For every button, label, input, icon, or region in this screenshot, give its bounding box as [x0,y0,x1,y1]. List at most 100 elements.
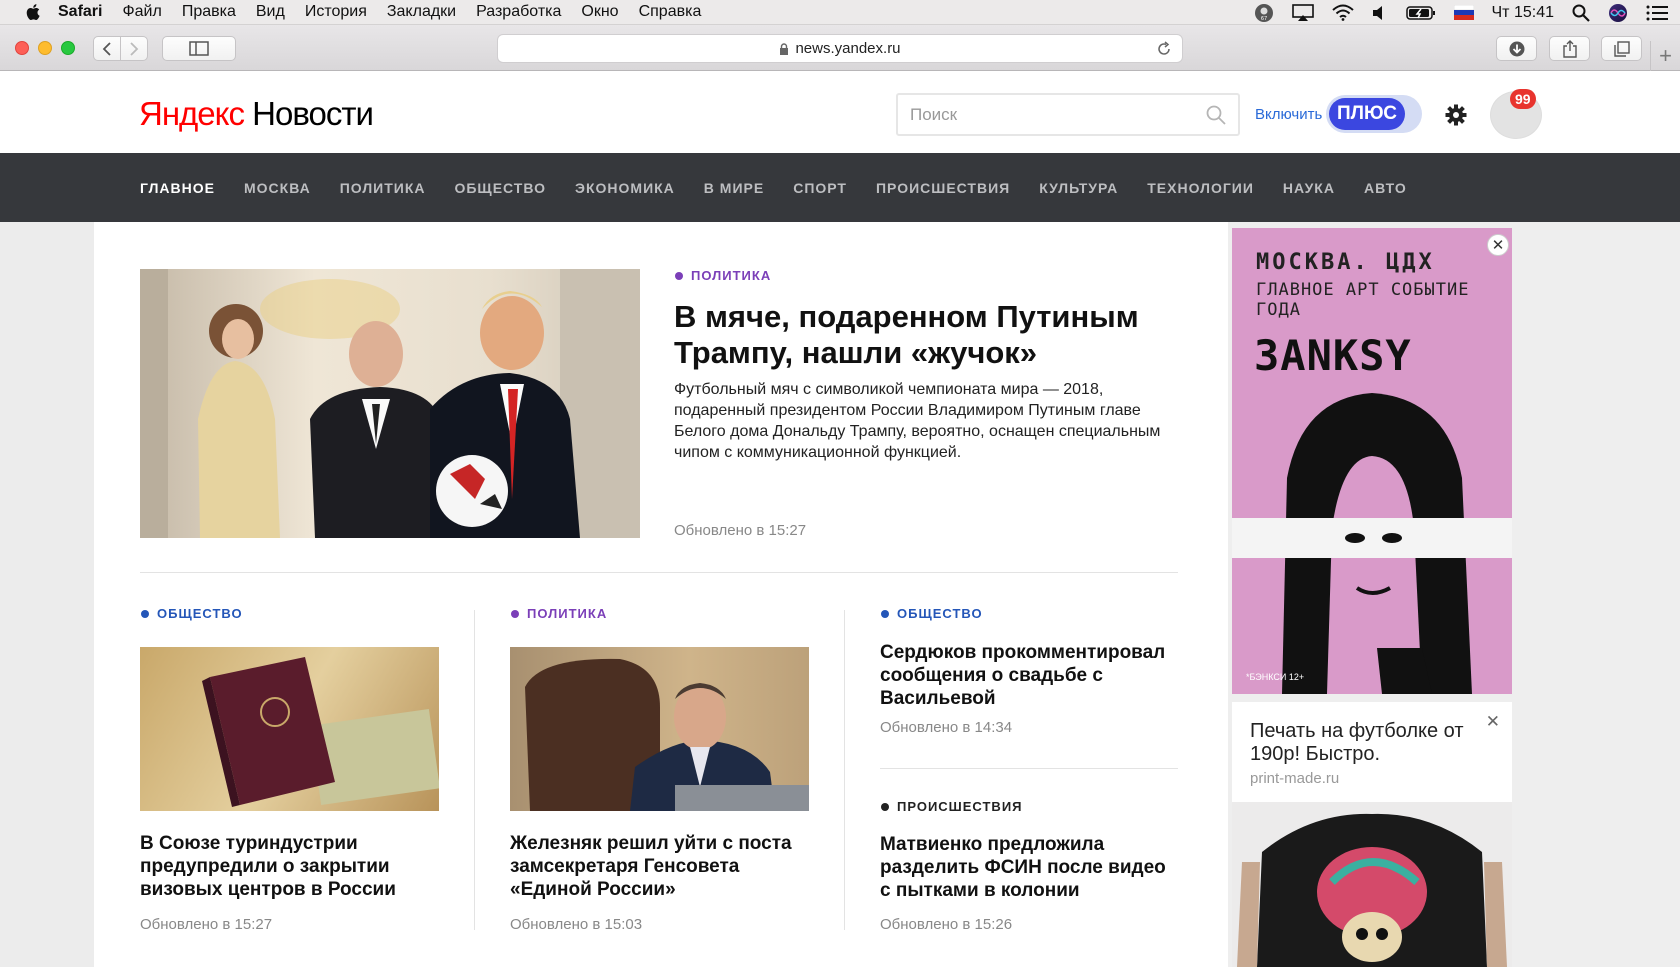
banner-ad[interactable]: МОСКВА. ЦДХ ГЛАВНОЕ АРТ СОБЫТИЕ ГОДА ЗАN… [1232,228,1512,694]
card4-updated: Обновлено в 15:26 [880,916,1013,933]
nav-item-main[interactable]: ГЛАВНОЕ [140,180,215,196]
card3-title[interactable]: Сердюков прокомментировал сообщения о св… [880,641,1170,710]
card1-category[interactable]: ОБЩЕСТВО [141,606,243,621]
share-button[interactable] [1549,36,1590,61]
menu-app-safari[interactable]: Safari [58,3,102,21]
divider [880,768,1178,769]
menu-help[interactable]: Справка [639,3,702,21]
menu-window[interactable]: Окно [581,3,618,21]
menu-develop[interactable]: Разработка [476,3,561,21]
back-button[interactable] [93,36,121,61]
card2-updated: Обновлено в 15:03 [510,916,643,933]
wifi-icon[interactable] [1331,4,1354,21]
battery-icon[interactable] [1405,5,1436,21]
tshirt-illustration [1237,813,1507,967]
nav-item-world[interactable]: В МИРЕ [704,180,764,196]
url-text: news.yandex.ru [795,40,901,57]
menu-history[interactable]: История [305,3,367,21]
lead-category[interactable]: ПОЛИТИКА [675,268,771,283]
chevron-right-icon [130,41,139,56]
gear-icon[interactable] [1445,104,1467,126]
flag-ru-icon[interactable] [1453,5,1474,20]
nav-item-culture[interactable]: КУЛЬТУРА [1039,180,1118,196]
yandex-news-logo[interactable]: Яндекс Новости [139,95,374,133]
site-header: Яндекс Новости Поиск Включить ПЛЮС 99 [0,71,1680,153]
lead-story-photo[interactable] [140,269,640,538]
browser-toolbar: news.yandex.ru + [0,25,1680,71]
menu-file[interactable]: Файл [122,3,161,21]
close-ad-button[interactable]: ✕ [1487,234,1509,256]
card2-category-label: ПОЛИТИКА [527,606,608,621]
nav-item-economy[interactable]: ЭКОНОМИКА [575,180,675,196]
category-dot [881,802,889,811]
notification-center-icon[interactable] [1646,5,1668,21]
official-illustration [525,658,809,811]
sidebar-icon [189,41,209,56]
menu-bookmarks[interactable]: Закладки [387,3,456,21]
siri-icon[interactable] [1608,3,1628,23]
plus-icon: + [1659,43,1672,68]
svg-text:67: 67 [1260,16,1266,22]
card3-category-label: ОБЩЕСТВО [897,606,983,621]
nav-item-incidents[interactable]: ПРОИСШЕСТВИЯ [876,180,1010,196]
lead-summary: Футбольный мяч с символикой чемпионата м… [674,381,1161,461]
category-dot [141,609,149,618]
card2-photo[interactable] [510,647,809,811]
tabs-icon [1613,40,1630,57]
card4-title[interactable]: Матвиенко предложила разделить ФСИН посл… [880,833,1178,902]
chevron-left-icon [102,41,111,56]
lock-icon [780,42,789,55]
new-tab-button[interactable]: + [1650,41,1680,71]
logo-brand: Яндекс [139,95,245,132]
user-67-icon[interactable]: 67 [1254,3,1274,23]
lead-updated: Обновлено в 15:27 [674,522,807,539]
text-ad-image[interactable] [1232,802,1512,967]
category-dot [881,609,889,618]
nav-item-politics[interactable]: ПОЛИТИКА [340,180,426,196]
search-icon[interactable] [1206,105,1226,125]
forward-button[interactable] [120,36,148,61]
card3-category[interactable]: ОБЩЕСТВО [881,606,983,621]
divider [140,572,1178,573]
nav-item-auto[interactable]: АВТО [1364,180,1407,196]
apple-icon[interactable] [24,2,44,22]
logo-service: Новости [252,95,374,132]
nav-item-technology[interactable]: ТЕХНОЛОГИИ [1147,180,1254,196]
sidebar-toggle-button[interactable] [162,36,236,61]
mona-lisa-illustration [1232,393,1512,694]
plus-toggle[interactable]: ПЛЮС [1326,95,1422,133]
menu-edit[interactable]: Правка [182,3,236,21]
card2-title[interactable]: Железняк решил уйти с поста замсекретаря… [510,832,810,901]
search-placeholder: Поиск [910,104,958,124]
address-bar[interactable]: news.yandex.ru [497,34,1183,63]
lead-category-label: ПОЛИТИКА [691,268,772,283]
lead-title[interactable]: В мяче, подаренном Путиным Трампу, нашли… [674,299,1154,371]
spotlight-icon[interactable] [1572,4,1590,22]
nav-item-moscow[interactable]: МОСКВА [244,180,311,196]
reload-icon[interactable] [1156,41,1172,57]
close-window-button[interactable] [15,41,29,55]
nav-item-science[interactable]: НАУКА [1283,180,1335,196]
category-dot [675,271,683,280]
volume-icon[interactable] [1372,5,1388,21]
card1-title[interactable]: В Союзе туриндустрии предупредили о закр… [140,832,440,901]
downloads-button[interactable] [1496,36,1537,61]
nav-item-society[interactable]: ОБЩЕСТВО [454,180,546,196]
card1-category-label: ОБЩЕСТВО [157,606,243,621]
minimize-window-button[interactable] [38,41,52,55]
category-nav: ГЛАВНОЕ МОСКВА ПОЛИТИКА ОБЩЕСТВО ЭКОНОМИ… [0,153,1680,222]
airplay-icon[interactable] [1291,3,1314,22]
card4-category[interactable]: ПРОИСШЕСТВИЯ [881,799,1023,814]
menu-view[interactable]: Вид [256,3,285,21]
close-icon[interactable]: ✕ [1486,712,1500,732]
text-ad[interactable]: Печать на футболке от 190р! Быстро. prin… [1232,702,1512,802]
clock[interactable]: Чт 15:41 [1492,4,1554,22]
card1-photo[interactable] [140,647,439,811]
nav-item-sport[interactable]: СПОРТ [793,180,847,196]
card2-category[interactable]: ПОЛИТИКА [511,606,607,621]
enable-plus-link[interactable]: Включить [1255,106,1322,123]
passport-illustration [202,657,439,807]
search-input[interactable]: Поиск [896,93,1240,136]
tabs-overview-button[interactable] [1601,36,1642,61]
zoom-window-button[interactable] [61,41,75,55]
